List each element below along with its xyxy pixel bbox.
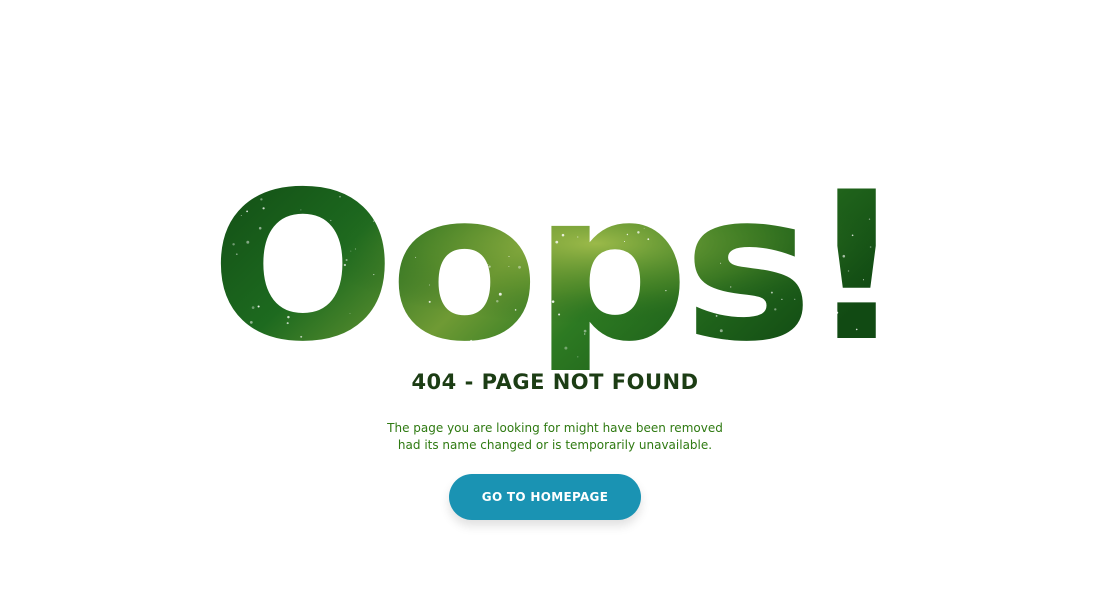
- error-message-line-2: had its name changed or is temporarily u…: [397, 438, 713, 452]
- oops-title-graphic: Oops!: [210, 149, 906, 370]
- oops-title: Oops!: [210, 149, 900, 370]
- oops-hero: Oops!: [150, 140, 960, 370]
- error-message: The page you are looking for might have …: [0, 420, 1110, 454]
- error-heading: 404 - PAGE NOT FOUND: [411, 370, 699, 394]
- not-found-page: Oops! 404 - PAGE NOT FOUND The page you …: [0, 0, 1110, 614]
- go-to-homepage-button[interactable]: GO TO HOMEPAGE: [449, 474, 641, 520]
- error-message-line-1: The page you are looking for might have …: [387, 421, 723, 435]
